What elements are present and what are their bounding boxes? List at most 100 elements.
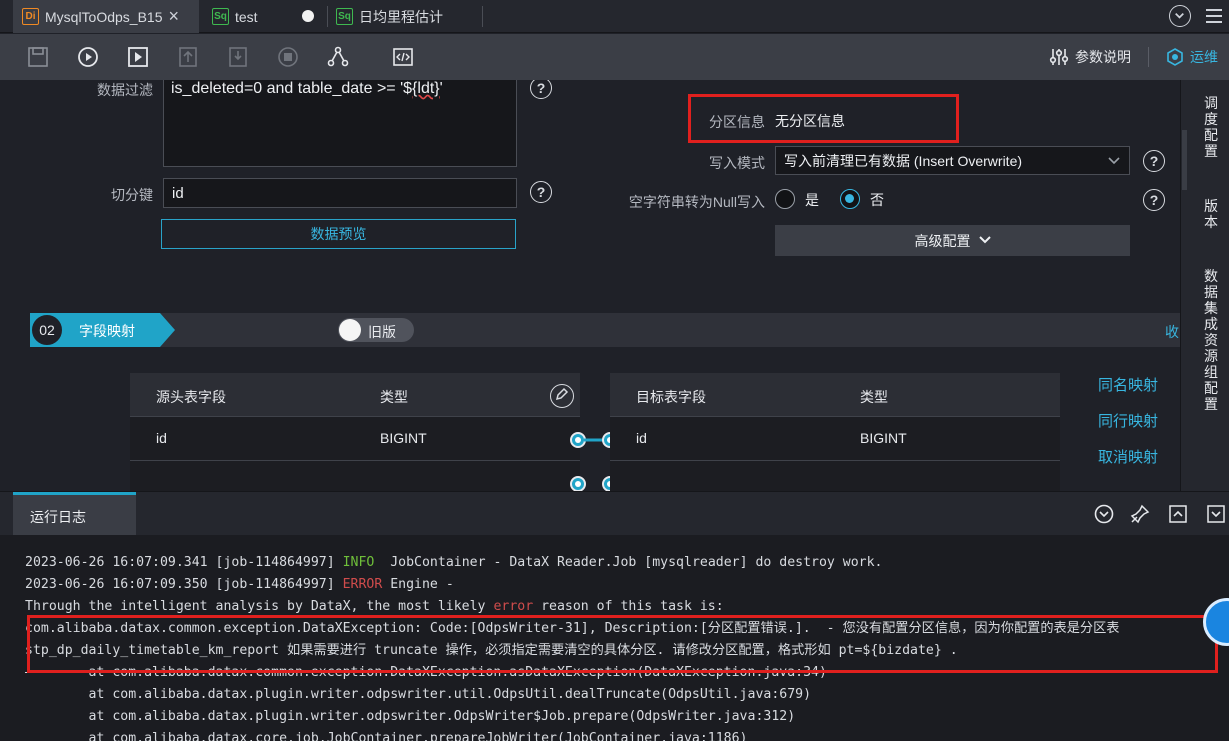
log-line: stp_dp_daily_timetable_km_report 如果需要进行 … bbox=[25, 643, 958, 658]
right-sidebar: 调度配置 版本 数据集成资源组配置 bbox=[1180, 80, 1229, 491]
save-icon[interactable] bbox=[27, 46, 49, 68]
radio-yes-label: 是 bbox=[805, 192, 819, 208]
log-line: 2023-06-26 16:07:09.350 [job-114864997] … bbox=[25, 577, 454, 592]
ops-icon bbox=[1167, 48, 1183, 66]
sql-node-icon: Sq bbox=[336, 8, 353, 25]
data-preview-button[interactable]: 数据预览 bbox=[161, 219, 516, 249]
help-icon[interactable]: ? bbox=[1143, 150, 1165, 172]
run-with-params-icon[interactable] bbox=[127, 46, 149, 68]
tab-test[interactable]: Sq test bbox=[212, 0, 258, 33]
field-name: id bbox=[636, 430, 647, 446]
toolbar-divider bbox=[1148, 47, 1149, 67]
lineage-icon[interactable] bbox=[327, 46, 349, 68]
table-row: id BIGINT bbox=[610, 417, 1060, 461]
tab-daily-mileage[interactable]: Sq 日均里程估计 bbox=[336, 0, 443, 33]
log-line: at com.alibaba.datax.plugin.writer.odpsw… bbox=[25, 709, 796, 724]
cancel-mapping-link[interactable]: 取消映射 bbox=[1098, 446, 1158, 467]
tab-mysqltoodps[interactable]: Di MysqlToOdps_B15 × bbox=[13, 0, 199, 33]
source-anchor[interactable] bbox=[570, 476, 586, 491]
advanced-config-label: 高级配置 bbox=[914, 232, 971, 249]
ops-label: 运维 bbox=[1190, 49, 1218, 65]
submit-icon[interactable] bbox=[177, 46, 199, 68]
tab-resource-group[interactable]: 数据集成资源组配置 bbox=[1203, 268, 1219, 412]
help-icon[interactable]: ? bbox=[530, 181, 552, 203]
tab-versions[interactable]: 版本 bbox=[1203, 198, 1219, 230]
column-header: 源头表字段 bbox=[156, 389, 226, 405]
minimize-icon[interactable] bbox=[1206, 504, 1226, 524]
run-icon[interactable] bbox=[77, 46, 99, 68]
toggle-label: 旧版 bbox=[368, 324, 396, 340]
edit-icon[interactable] bbox=[550, 384, 574, 408]
table-header: 目标表字段 类型 bbox=[610, 373, 1060, 417]
tab-divider bbox=[482, 6, 483, 27]
help-icon[interactable]: ? bbox=[1143, 189, 1165, 211]
filter-text-end: ' bbox=[439, 80, 443, 97]
params-help-button[interactable]: 参数说明 bbox=[1049, 34, 1131, 80]
stop-icon[interactable] bbox=[277, 46, 299, 68]
filter-text: is_deleted=0 and table_date >= '$ bbox=[171, 80, 413, 97]
filter-textarea[interactable]: is_deleted=0 and table_date >= '${ldt}' bbox=[163, 80, 517, 167]
field-type: BIGINT bbox=[860, 430, 907, 446]
chevron-down-icon bbox=[1108, 156, 1120, 164]
radio-no[interactable] bbox=[840, 189, 860, 209]
table-row: id BIGINT bbox=[130, 417, 580, 461]
config-panel: 数据过滤 is_deleted=0 and table_date >= '${l… bbox=[0, 80, 1180, 491]
null-write-label: 空字符串转为Null写入 bbox=[628, 194, 765, 210]
split-key-label: 切分键 bbox=[111, 187, 153, 203]
field-type: BIGINT bbox=[380, 430, 427, 446]
script-mode-icon[interactable] bbox=[392, 46, 414, 68]
split-key-input[interactable]: id bbox=[163, 178, 517, 208]
editor-tab-bar: Di MysqlToOdps_B15 × Sq test Sq 日均里程估计 bbox=[0, 0, 1229, 33]
maximize-icon[interactable] bbox=[1168, 504, 1188, 524]
tab-label: 日均里程估计 bbox=[359, 8, 443, 25]
partition-label: 分区信息 bbox=[709, 114, 765, 130]
chevron-down-icon[interactable] bbox=[1169, 5, 1191, 27]
node-toolbar: 参数说明 运维 bbox=[0, 34, 1229, 80]
filter-label: 数据过滤 bbox=[97, 82, 153, 98]
column-header: 类型 bbox=[380, 389, 408, 405]
ops-button[interactable]: 运维 bbox=[1166, 34, 1218, 80]
menu-icon[interactable] bbox=[1206, 9, 1222, 27]
close-icon[interactable]: × bbox=[169, 6, 180, 27]
collapse-link[interactable]: 收 bbox=[1165, 322, 1179, 342]
column-header: 目标表字段 bbox=[636, 389, 706, 405]
di-node-icon: Di bbox=[22, 8, 39, 25]
tab-schedule-config[interactable]: 调度配置 bbox=[1203, 95, 1219, 159]
mapping-line bbox=[584, 438, 604, 442]
same-name-mapping-link[interactable]: 同名映射 bbox=[1098, 374, 1158, 395]
help-icon[interactable]: ? bbox=[530, 80, 552, 99]
column-header: 类型 bbox=[860, 389, 888, 405]
log-line: Through the intelligent analysis by Data… bbox=[25, 599, 724, 614]
filter-var-text: {ldt} bbox=[412, 80, 440, 97]
log-line: at com.alibaba.datax.common.exception.Da… bbox=[25, 665, 827, 680]
data-preview-label: 数据预览 bbox=[310, 226, 367, 242]
scrollbar[interactable] bbox=[1182, 130, 1187, 190]
run-log-output: 2023-06-26 16:07:09.341 [job-114864997] … bbox=[0, 535, 1229, 741]
params-help-label: 参数说明 bbox=[1075, 49, 1131, 65]
step-title: 字段映射 bbox=[79, 323, 135, 339]
tab-divider bbox=[327, 6, 328, 27]
tab-label: MysqlToOdps_B15 bbox=[45, 8, 163, 25]
radio-no-label: 否 bbox=[870, 192, 884, 208]
log-line: com.alibaba.datax.common.exception.DataX… bbox=[25, 621, 1120, 636]
sliders-icon bbox=[1049, 49, 1069, 65]
table-row bbox=[130, 461, 580, 491]
same-row-mapping-link[interactable]: 同行映射 bbox=[1098, 410, 1158, 431]
unsaved-dot-icon bbox=[302, 10, 314, 22]
chevron-down-icon bbox=[978, 236, 991, 244]
table-header: 源头表字段 类型 bbox=[130, 373, 580, 417]
tab-run-log[interactable]: 运行日志 bbox=[13, 492, 136, 536]
radio-yes[interactable] bbox=[775, 189, 795, 209]
write-mode-value: 写入前清理已有数据 (Insert Overwrite) bbox=[784, 152, 1023, 169]
toggle-knob bbox=[339, 319, 361, 341]
run-log-title: 运行日志 bbox=[30, 509, 86, 525]
chevron-down-circle-icon[interactable] bbox=[1094, 504, 1114, 524]
pin-icon[interactable] bbox=[1130, 504, 1150, 524]
write-mode-select[interactable]: 写入前清理已有数据 (Insert Overwrite) bbox=[775, 146, 1130, 175]
sql-node-icon: Sq bbox=[212, 8, 229, 25]
advanced-config-button[interactable]: 高级配置 bbox=[775, 225, 1130, 256]
publish-icon[interactable] bbox=[227, 46, 249, 68]
step-number: 02 bbox=[30, 313, 64, 347]
log-line: at com.alibaba.datax.plugin.writer.odpsw… bbox=[25, 687, 812, 702]
legacy-toggle[interactable]: 旧版 bbox=[338, 318, 414, 342]
